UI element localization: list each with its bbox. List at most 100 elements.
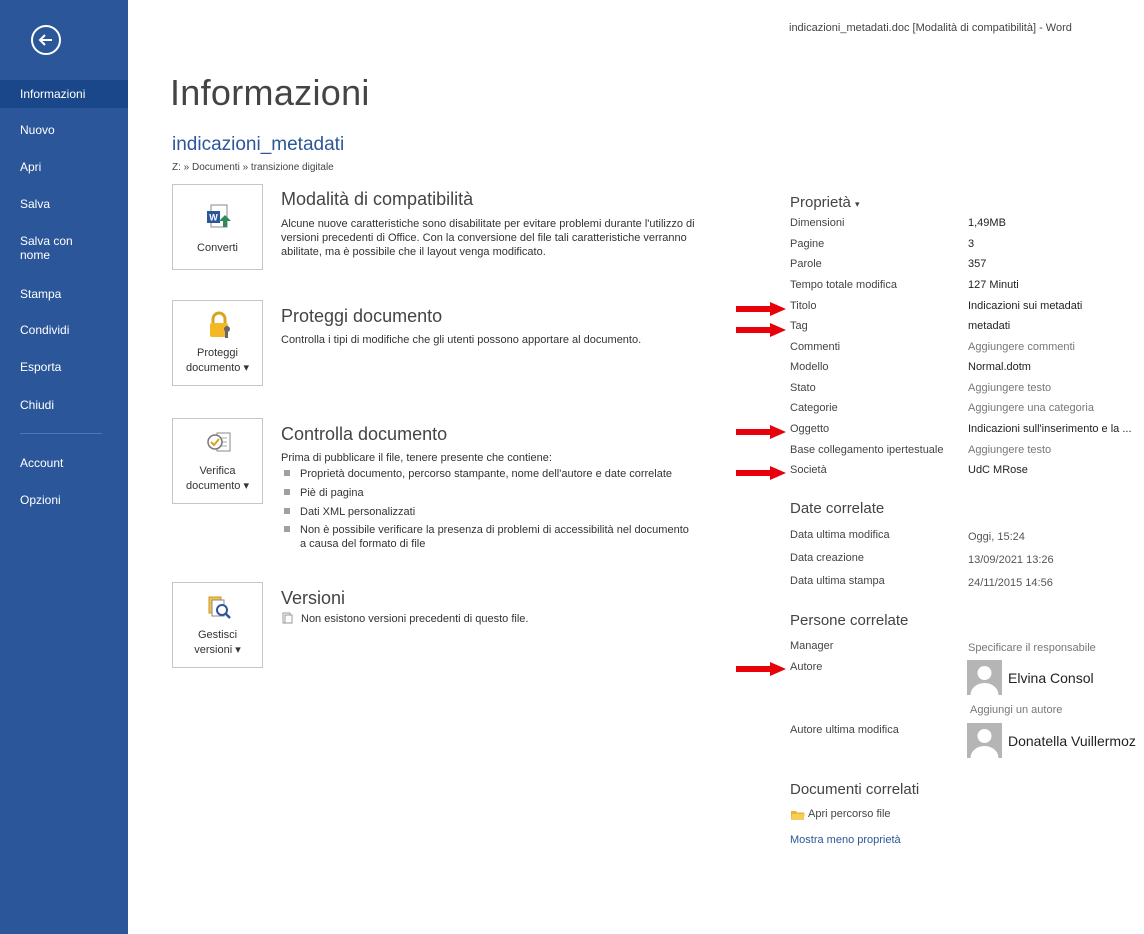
last-author-name[interactable]: Donatella Vuillermoz <box>1008 733 1136 749</box>
property-value: 127 Minuti <box>968 279 1019 291</box>
nav-esporta[interactable]: Esporta <box>0 360 128 374</box>
nav-opzioni[interactable]: Opzioni <box>0 493 128 507</box>
property-value[interactable]: Indicazioni sui metadati <box>968 300 1082 312</box>
related-documents-header: Documenti correlati <box>790 781 920 798</box>
date-value: Oggi, 15:24 <box>968 531 1025 543</box>
manager-input[interactable]: Specificare il responsabile <box>968 642 1096 654</box>
back-button[interactable] <box>31 25 61 55</box>
property-value[interactable]: Aggiungere testo <box>968 444 1051 456</box>
property-value: 3 <box>968 238 975 250</box>
property-label: Pagine <box>790 238 825 250</box>
property-label: Oggetto <box>790 423 830 435</box>
related-dates-header: Date correlate <box>790 500 885 517</box>
protect-document-button[interactable]: Proteggi documento ▾ <box>172 300 263 386</box>
chevron-down-icon: ▾ <box>243 480 250 492</box>
compat-title: Modalità di compatibilità <box>281 189 474 209</box>
property-value[interactable]: UdC MRose <box>968 464 1028 476</box>
chevron-down-icon: ▾ <box>243 362 250 374</box>
person-silhouette-icon <box>970 729 999 758</box>
property-label: Tag <box>790 320 808 332</box>
inspect-document-icon <box>207 432 231 452</box>
property-value[interactable]: Indicazioni sull'inserimento e la ... <box>968 423 1132 435</box>
property-value[interactable]: metadati <box>968 320 1010 332</box>
nav-salva-con-nome[interactable]: Salva con nome <box>0 234 100 262</box>
backstage-sidebar: Informazioni Nuovo Apri Salva Salva con … <box>0 0 128 934</box>
convert-button[interactable]: W Converti <box>172 184 263 270</box>
versions-magnifier-icon <box>208 596 231 619</box>
versions-button-label-2: versioni ▾ <box>194 644 241 656</box>
property-label: Titolo <box>790 300 817 312</box>
inspect-bullet: Piè di pagina <box>284 486 364 500</box>
property-label: Categorie <box>790 402 838 414</box>
manager-label: Manager <box>790 640 834 652</box>
author-name[interactable]: Elvina Consol <box>1008 670 1094 686</box>
avatar <box>967 660 1002 695</box>
property-label: Commenti <box>790 341 841 353</box>
property-value: 357 <box>968 258 987 270</box>
versions-text: Non esistono versioni precedenti di ques… <box>281 612 721 626</box>
protect-title: Proteggi documento <box>281 306 443 326</box>
property-value[interactable]: Aggiungere una categoria <box>968 402 1094 414</box>
property-label: Tempo totale modifica <box>790 279 897 291</box>
nav-salva[interactable]: Salva <box>0 197 128 211</box>
property-value[interactable]: Aggiungere testo <box>968 382 1051 394</box>
chevron-down-icon: ▾ <box>855 199 860 209</box>
person-silhouette-icon <box>970 666 999 695</box>
date-label: Data creazione <box>790 552 864 564</box>
nav-informazioni[interactable]: Informazioni <box>0 80 128 108</box>
property-value[interactable]: Aggiungere commenti <box>968 341 1075 353</box>
open-file-location-link[interactable]: Apri percorso file <box>808 808 891 820</box>
protect-text: Controlla i tipi di modifiche che gli ut… <box>281 334 642 346</box>
property-label: Modello <box>790 361 829 373</box>
property-value: 1,49MB <box>968 217 1006 229</box>
inspect-bullet: Proprietà documento, percorso stampante,… <box>284 467 672 481</box>
nav-account[interactable]: Account <box>0 456 128 470</box>
convert-button-label: Converti <box>197 242 238 254</box>
date-value: 13/09/2021 13:26 <box>968 554 1054 566</box>
inspect-bullet: Dati XML personalizzati <box>284 505 415 519</box>
protect-button-label-2: documento ▾ <box>185 362 250 374</box>
related-people-header: Persone correlate <box>790 612 909 629</box>
red-arrow-annotation <box>736 302 786 316</box>
nav-stampa[interactable]: Stampa <box>0 287 128 301</box>
sidebar-divider <box>20 433 102 434</box>
breadcrumb: Z: » Documenti » transizione digitale <box>172 162 334 173</box>
property-label: Società <box>790 464 827 476</box>
compat-text: Alcune nuove caratteristiche sono disabi… <box>281 218 695 258</box>
protect-button-label-1: Proteggi <box>197 347 238 359</box>
inspect-button-label-1: Verifica <box>199 465 236 477</box>
date-label: Data ultima modifica <box>790 529 890 541</box>
property-label: Stato <box>790 382 816 394</box>
nav-condividi[interactable]: Condividi <box>0 323 128 337</box>
inspect-button-label-2: documento ▾ <box>185 480 250 492</box>
date-value: 24/11/2015 14:56 <box>968 577 1053 589</box>
window-title: indicazioni_metadati.doc [Modalità di co… <box>789 22 1072 34</box>
add-author-input[interactable]: Aggiungi un autore <box>970 704 1062 716</box>
property-value[interactable]: Normal.dotm <box>968 361 1031 373</box>
nav-chiudi[interactable]: Chiudi <box>0 398 128 412</box>
last-author-label: Autore ultima modifica <box>790 724 899 736</box>
versions-button-label-1: Gestisci <box>197 629 238 641</box>
word-convert-icon: W <box>207 204 231 228</box>
red-arrow-annotation <box>736 662 786 676</box>
show-fewer-properties-link[interactable]: Mostra meno proprietà <box>790 834 901 846</box>
red-arrow-annotation <box>736 425 786 439</box>
property-label: Parole <box>790 258 822 270</box>
properties-header[interactable]: Proprietà ▾ <box>790 194 860 211</box>
inspect-document-button[interactable]: Verifica documento ▾ <box>172 418 263 504</box>
nav-nuovo[interactable]: Nuovo <box>0 123 128 137</box>
document-icon <box>282 612 293 624</box>
folder-icon <box>791 811 805 820</box>
inspect-title: Controlla documento <box>281 424 448 444</box>
date-label: Data ultima stampa <box>790 575 885 587</box>
svg-text:W: W <box>209 213 218 223</box>
author-label: Autore <box>790 661 823 673</box>
inspect-bullet-continuation: a causa del formato di file <box>300 538 426 550</box>
inspect-bullet: Non è possibile verificare la presenza d… <box>284 523 689 537</box>
nav-apri[interactable]: Apri <box>0 160 128 174</box>
chevron-down-icon: ▾ <box>235 644 241 656</box>
property-label: Dimensioni <box>790 217 845 229</box>
property-label: Base collegamento ipertestuale <box>790 444 944 456</box>
red-arrow-annotation <box>736 466 786 480</box>
manage-versions-button[interactable]: Gestisci versioni ▾ <box>172 582 263 668</box>
